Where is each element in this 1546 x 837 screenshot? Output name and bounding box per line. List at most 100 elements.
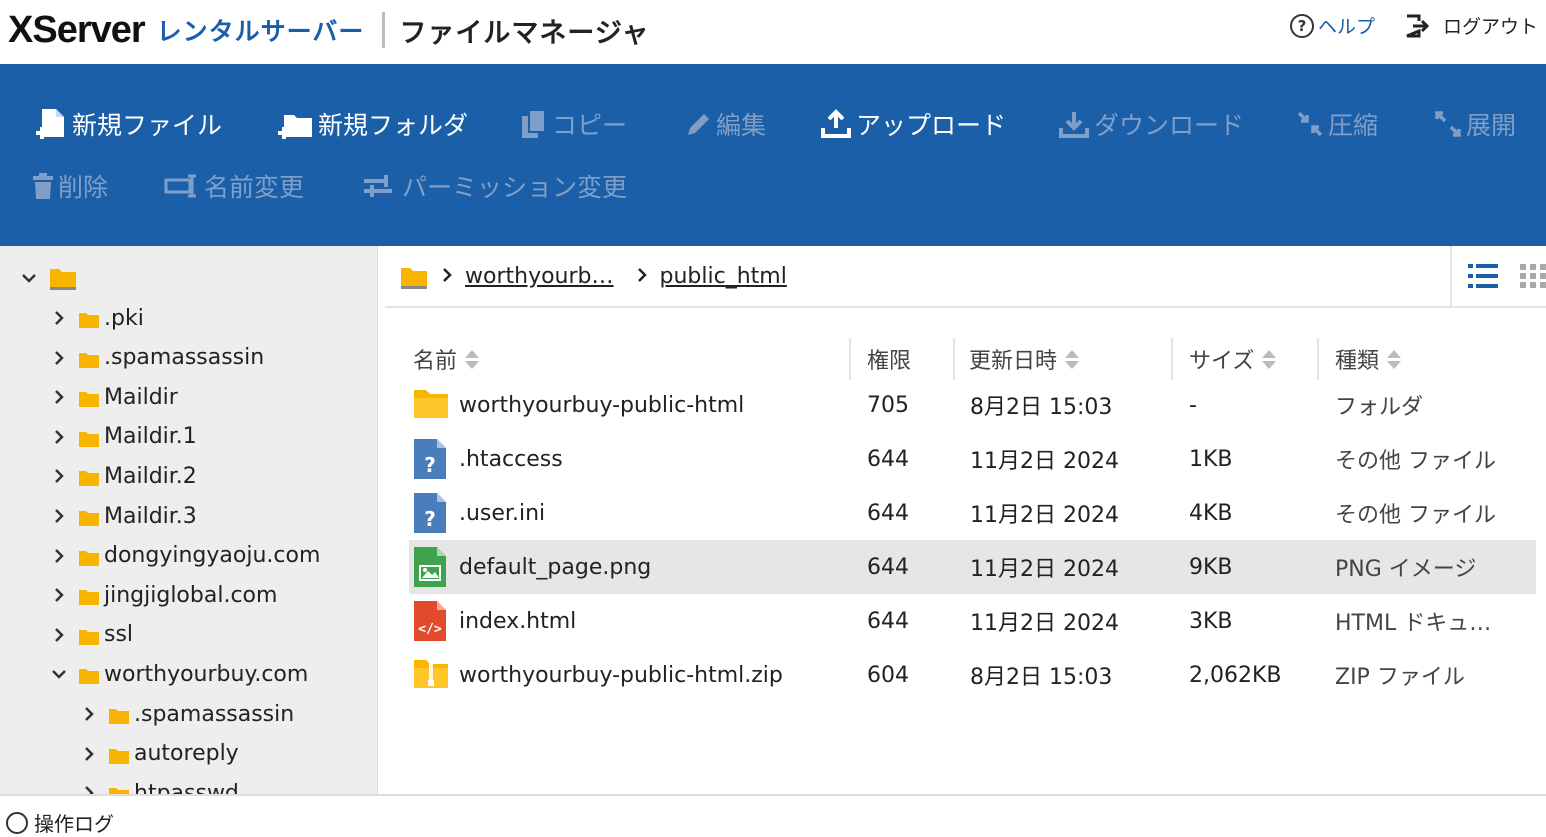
new-file-icon [36,109,64,139]
column-header-name[interactable]: 名前 [413,342,480,376]
file-row[interactable]: ? .htaccess 644 11月2日 2024 1KB その他 ファイル [409,432,1536,486]
help-link[interactable]: ? ヘルプ [1289,12,1375,39]
column-header-label: 種類 [1335,349,1380,374]
pencil-icon [688,114,709,135]
extract-button[interactable]: 展開 [1434,106,1516,142]
file-row[interactable]: worthyourbuy-public-html 705 8月2日 15:03 - フォ… [409,378,1536,432]
svg-text:?: ? [424,453,436,477]
file-name: worthyourbuy-public-html [459,392,745,418]
tree-item-label: jingjiglobal.com [104,582,278,608]
upload-label: アップロード [856,111,1007,140]
trash-icon [33,173,53,199]
file-date: 11月2日 2024 [970,503,1119,528]
chevron-right-icon[interactable] [48,468,70,484]
tree-item[interactable]: .pki [48,298,144,338]
root-folder-icon [401,268,427,289]
new-folder-button[interactable]: 新規フォルダ [278,106,468,142]
folder-icon [78,666,100,685]
tree-root[interactable] [18,258,78,298]
new-file-button[interactable]: 新規ファイル [34,106,222,142]
chevron-right-icon[interactable] [48,548,70,564]
file-size: 2,062KB [1189,662,1282,688]
chevron-down-icon[interactable] [48,668,70,680]
file-kind: ZIP ファイル [1335,665,1465,690]
tree-item[interactable]: Maildir [48,377,178,417]
column-header-kind[interactable]: 種類 [1335,342,1402,376]
tree-item[interactable]: Maildir.1 [48,417,197,457]
edit-button[interactable]: 編集 [684,106,766,142]
file-name: .user.ini [459,500,546,526]
chevron-right-icon[interactable] [48,389,70,405]
folder-icon [78,468,100,487]
svg-text:</>: </> [418,622,442,637]
breadcrumb: worthyourb… public_html [385,246,1546,308]
file-row[interactable]: ? .user.ini 644 11月2日 2024 4KB その他 ファイル [409,486,1536,540]
app-header: XServer レンタルサーバー ファイルマネージャ ? ヘルプ ログアウト [0,0,1546,64]
sort-icon [1065,349,1080,369]
tree-item-label: Maildir [104,384,178,410]
chevron-right-icon[interactable] [48,310,70,326]
permission-button[interactable]: パーミッション変更 [362,168,627,204]
breadcrumb-root[interactable] [399,264,427,289]
tree-item-label: ssl [104,622,134,648]
folder-icon [108,785,130,794]
unknown-file-icon: ? [413,492,447,534]
column-header-permission[interactable]: 権限 [867,342,911,376]
compress-icon [1297,111,1323,137]
tree-item[interactable]: autoreply [78,734,239,774]
tree-item[interactable]: Maildir.2 [48,456,197,496]
file-row[interactable]: default_page.png 644 11月2日 2024 9KB PNG イメージ [409,540,1536,594]
tree-item[interactable]: jingjiglobal.com [48,575,277,615]
logout-link[interactable]: ログアウト [1403,12,1538,39]
breadcrumb-item[interactable]: public_html [660,264,787,289]
copy-icon [522,109,546,138]
breadcrumb-item[interactable]: worthyourb… [465,264,614,289]
tree-item[interactable]: htpasswd [78,773,239,794]
brand-divider [382,12,386,48]
rename-button[interactable]: 名前変更 [164,168,304,204]
file-size: 1KB [1189,446,1233,472]
permission-icon [364,175,392,197]
chevron-right-icon[interactable] [48,429,70,445]
tree-item[interactable]: worthyourbuy.com [48,654,308,694]
column-header-size[interactable]: サイズ [1189,342,1277,376]
file-name: .htaccess [459,446,563,472]
file-permission: 644 [867,554,909,580]
chevron-right-icon[interactable] [48,627,70,643]
file-row[interactable]: worthyourbuy-public-html.zip 604 8月2日 15:0… [409,648,1536,702]
file-date: 8月2日 15:03 [970,665,1113,690]
tree-item-label: autoreply [134,741,239,767]
copy-button[interactable]: コピー [520,106,627,142]
column-header-date[interactable]: 更新日時 [969,342,1080,376]
permission-label: パーミッション変更 [402,173,628,202]
file-name: worthyourbuy-public-html.zip [459,662,783,688]
upload-icon [821,109,851,138]
download-button[interactable]: ダウンロード [1058,106,1244,142]
tree-item[interactable]: .spamassassin [78,694,294,734]
chevron-right-icon[interactable] [48,587,70,603]
help-icon: ? [1289,13,1314,38]
chevron-right-icon[interactable] [78,746,100,762]
file-kind: HTML ドキュ… [1335,611,1492,636]
tree-item[interactable]: Maildir.3 [48,496,197,536]
grid-view-icon[interactable] [1520,262,1546,290]
operation-log-bar[interactable]: 操作ログ [0,794,1546,836]
chevron-right-icon[interactable] [78,706,100,722]
file-date: 8月2日 15:03 [970,395,1113,420]
tree-item[interactable]: .spamassassin [48,338,264,378]
rename-label: 名前変更 [204,173,305,202]
chevron-right-icon[interactable] [78,785,100,794]
download-label: ダウンロード [1094,111,1245,140]
file-date: 11月2日 2024 [970,449,1119,474]
tree-item[interactable]: dongyingyaoju.com [48,536,320,576]
upload-button[interactable]: アップロード [820,106,1006,142]
compress-button[interactable]: 圧縮 [1296,106,1378,142]
chevron-right-icon[interactable] [48,350,70,366]
rename-icon [164,174,196,198]
tree-item[interactable]: ssl [48,615,133,655]
delete-button[interactable]: 削除 [32,168,108,204]
brand-logo: XServer [8,8,146,51]
chevron-right-icon[interactable] [48,508,70,524]
file-row[interactable]: </> index.html 644 11月2日 2024 3KB HTML ドキュ… [409,594,1536,648]
list-view-icon[interactable] [1468,262,1498,290]
